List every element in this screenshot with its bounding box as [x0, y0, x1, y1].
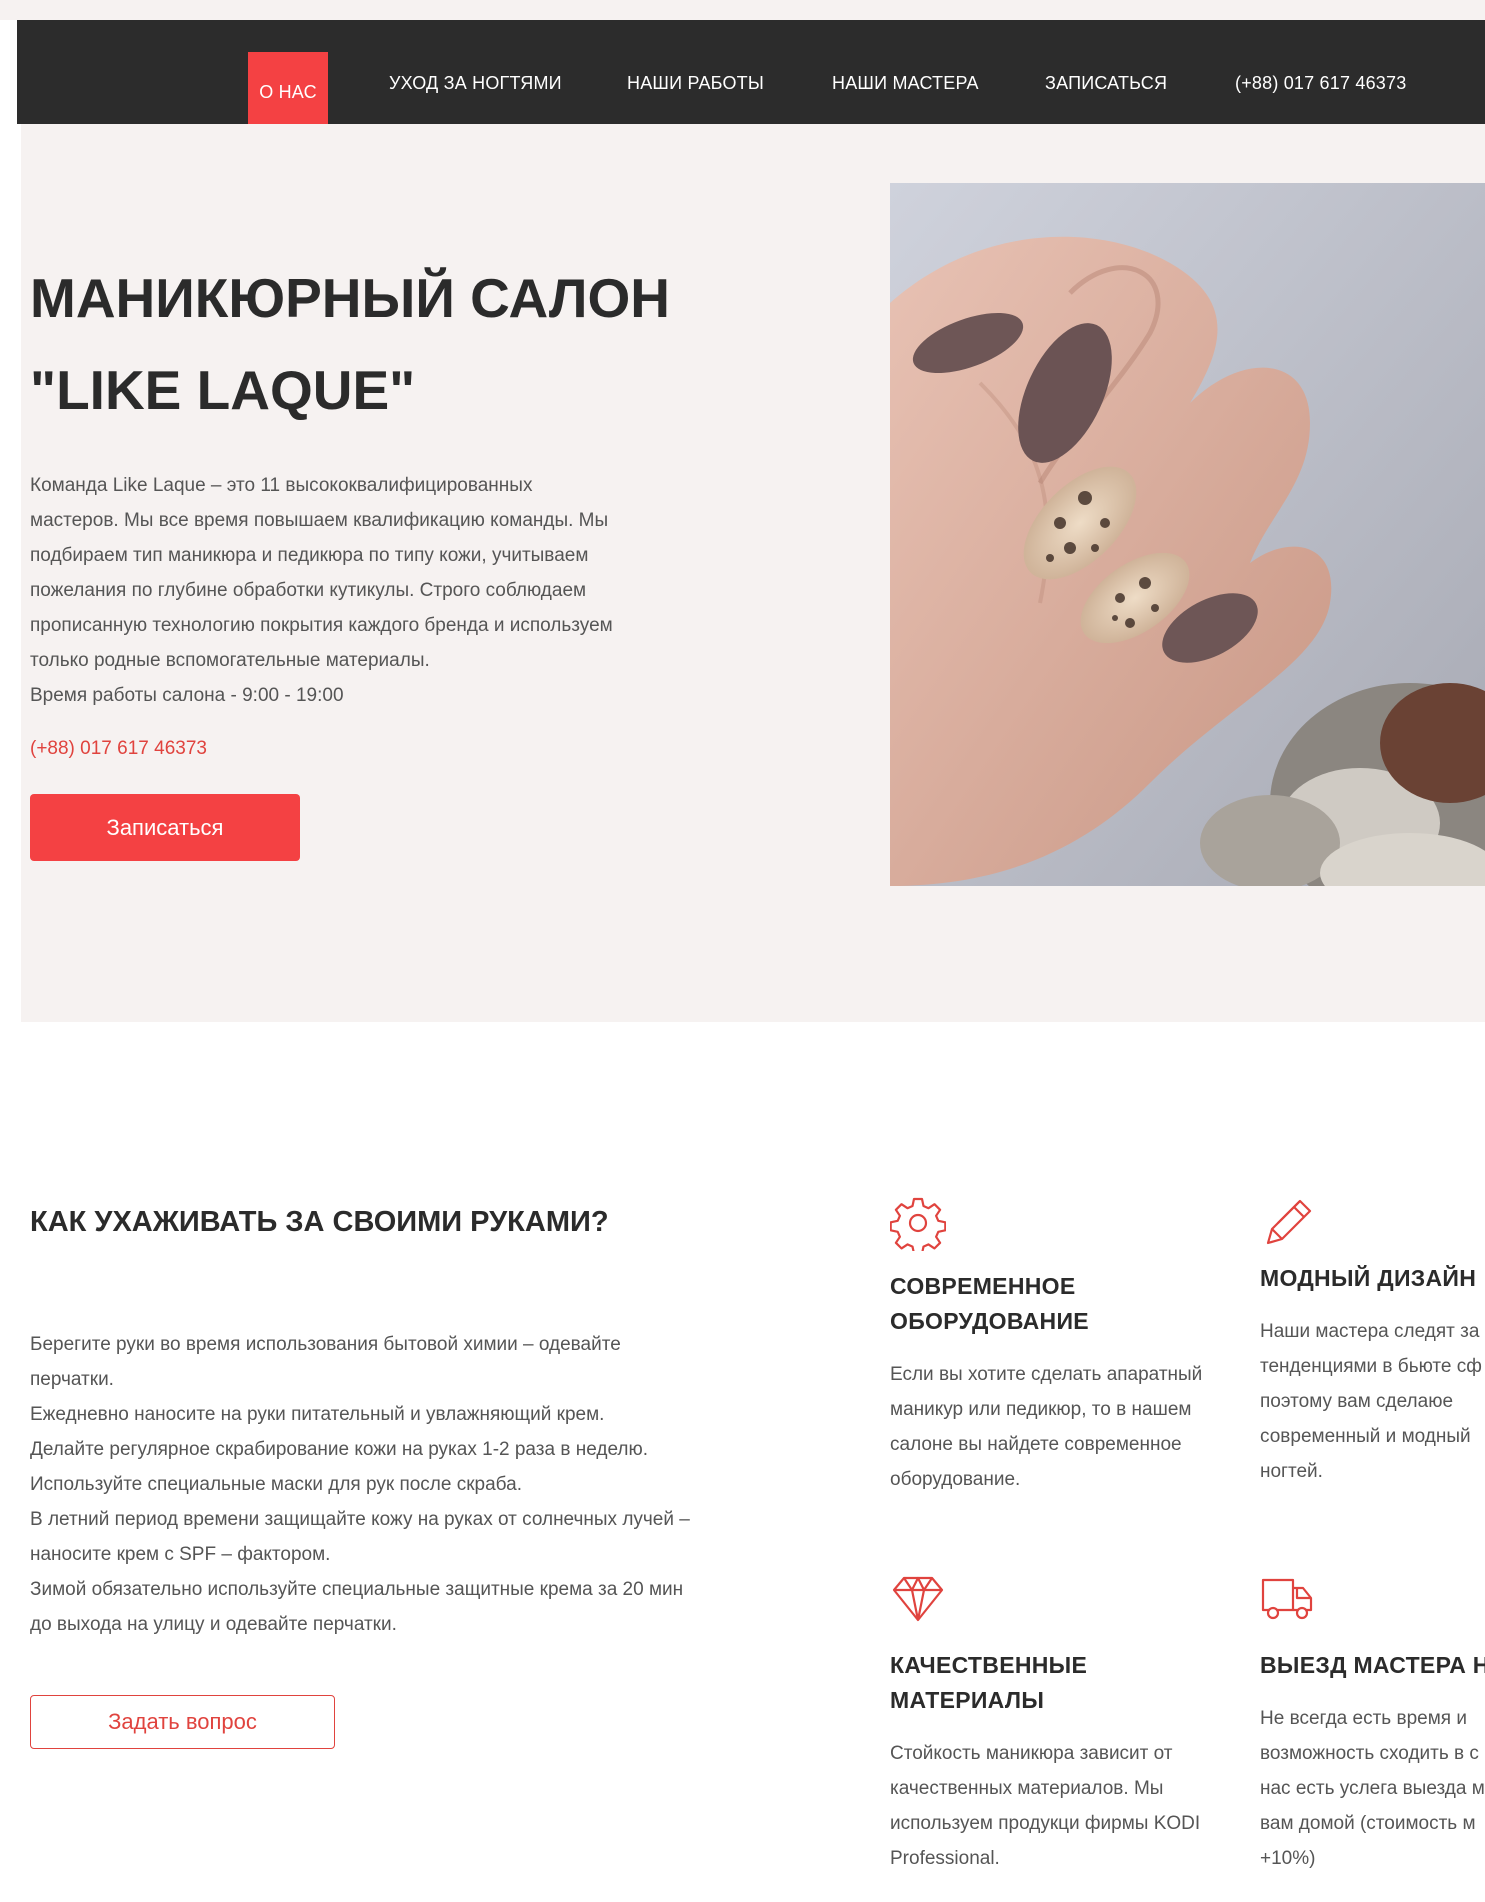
- feature-text: Стойкость маникюра зависит от качественн…: [890, 1736, 1235, 1876]
- feature-text-line: +10%): [1260, 1848, 1316, 1869]
- care-section-title: КАК УХАЖИВАТЬ ЗА СВОИМИ РУКАМИ?: [30, 1206, 609, 1238]
- hero-description-line: подбираем тип маникюра и педикюра по тип…: [30, 545, 589, 566]
- hero-description-line: мастеров. Мы все время повышаем квалифик…: [30, 510, 609, 531]
- feature-text-line: качественных материалов. Мы: [890, 1778, 1164, 1799]
- nav-item-nail-care[interactable]: УХОД ЗА НОГТЯМИ: [389, 60, 562, 106]
- care-tip-line: до выхода на улицу и одевайте перчатки.: [30, 1614, 397, 1635]
- hero-description-line: только родные вспомогательные материалы.: [30, 650, 430, 671]
- feature-text-line: Professional.: [890, 1848, 1000, 1869]
- feature-text-line: Если вы хотите сделать апаратный: [890, 1364, 1203, 1385]
- care-tip-line: наносите крем с SPF – фактором.: [30, 1544, 331, 1565]
- hero-description-line: пожелания по глубине обработки кутикулы.…: [30, 580, 587, 601]
- nav-item-about[interactable]: О НАС: [248, 52, 328, 132]
- feature-text-line: Не всегда есть время и: [1260, 1708, 1467, 1729]
- feature-text-line: тенденциями в бьюте сф: [1260, 1356, 1482, 1377]
- feature-text: Не всегда есть время и возможность сходи…: [1260, 1701, 1485, 1876]
- feature-title-line: СОВРЕМЕННОЕ: [890, 1273, 1076, 1299]
- truck-icon: [1261, 1578, 1313, 1620]
- feature-text-line: поэтому вам сделаюе: [1260, 1391, 1454, 1412]
- nav-item-our-masters[interactable]: НАШИ МАСТЕРА: [832, 60, 979, 106]
- nav-phone-link[interactable]: (+88) 017 617 46373: [1235, 60, 1406, 106]
- feature-fashion-design: МОДНЫЙ ДИЗАЙН Наши мастера следят за тен…: [1260, 1195, 1485, 1489]
- feature-text: Если вы хотите сделать апаратный маникур…: [890, 1357, 1235, 1497]
- top-strip: [0, 0, 1485, 20]
- care-tip-line: В летний период времени защищайте кожу н…: [30, 1509, 690, 1530]
- feature-text-line: маникур или педикюр, то в нашем: [890, 1399, 1192, 1420]
- feature-modern-equipment: СОВРЕМЕННОЕ ОБОРУДОВАНИЕ Если вы хотите …: [890, 1195, 1235, 1497]
- feature-home-visit: ВЫЕЗД МАСТЕРА Н Не всегда есть время и в…: [1260, 1570, 1485, 1876]
- manicure-photo: [890, 183, 1485, 886]
- care-tip-line: перчатки.: [30, 1369, 114, 1390]
- care-tip-line: Ежедневно наносите на руки питательный и…: [30, 1404, 605, 1425]
- care-tip-line: Берегите руки во время использования быт…: [30, 1334, 621, 1355]
- gear-icon: [890, 1197, 946, 1251]
- care-tip-line: Используйте специальные маски для рук по…: [30, 1474, 522, 1495]
- hero-phone-link[interactable]: (+88) 017 617 46373: [30, 738, 207, 760]
- hero-description-line: прописанную технологию покрытия каждого …: [30, 615, 613, 636]
- care-tips-list: Берегите руки во время использования быт…: [30, 1327, 730, 1642]
- feature-title: СОВРЕМЕННОЕ ОБОРУДОВАНИЕ: [890, 1269, 1235, 1339]
- feature-title: МОДНЫЙ ДИЗАЙН: [1260, 1261, 1485, 1296]
- feature-text-line: нас есть услега выезда м: [1260, 1778, 1485, 1799]
- feature-text-line: ногтей.: [1260, 1461, 1323, 1482]
- feature-text-line: современный и модный: [1260, 1426, 1471, 1447]
- feature-text-line: используем продукци фирмы KODI: [890, 1813, 1201, 1834]
- feature-title: ВЫЕЗД МАСТЕРА Н: [1260, 1648, 1485, 1683]
- feature-text-line: вам домой (стоимость м: [1260, 1813, 1476, 1834]
- hero-title-line: "LIKE LAQUE": [30, 359, 416, 421]
- feature-text-line: салоне вы найдете современное: [890, 1434, 1182, 1455]
- feature-text: Наши мастера следят за тенденциями в бью…: [1260, 1314, 1485, 1489]
- diamond-icon: [892, 1576, 944, 1622]
- feature-quality-materials: КАЧЕСТВЕННЫЕ МАТЕРИАЛЫ Стойкость маникюр…: [890, 1570, 1235, 1876]
- feature-title-line: МОДНЫЙ ДИЗАЙН: [1260, 1265, 1477, 1291]
- pencil-icon: [1266, 1199, 1312, 1245]
- hero-title-line: МАНИКЮРНЫЙ САЛОН: [30, 267, 670, 329]
- main-navigation: О НАС УХОД ЗА НОГТЯМИ НАШИ РАБОТЫ НАШИ М…: [17, 20, 1485, 132]
- book-button[interactable]: Записаться: [30, 794, 300, 861]
- feature-title-line: МАТЕРИАЛЫ: [890, 1687, 1045, 1713]
- working-hours: Время работы салона - 9:00 - 19:00: [30, 685, 344, 706]
- nav-item-our-works[interactable]: НАШИ РАБОТЫ: [627, 60, 764, 106]
- feature-title-line: ОБОРУДОВАНИЕ: [890, 1308, 1089, 1334]
- care-tip-line: Зимой обязательно используйте специальны…: [30, 1579, 684, 1600]
- hero-description-line: Команда Like Laque – это 11 высококвалиф…: [30, 475, 533, 496]
- feature-text-line: Наши мастера следят за: [1260, 1321, 1480, 1342]
- feature-title-line: КАЧЕСТВЕННЫЕ: [890, 1652, 1088, 1678]
- feature-title: КАЧЕСТВЕННЫЕ МАТЕРИАЛЫ: [890, 1648, 1235, 1718]
- feature-title-line: ВЫЕЗД МАСТЕРА Н: [1260, 1652, 1485, 1678]
- feature-text-line: возможность сходить в с: [1260, 1743, 1479, 1764]
- feature-text-line: Стойкость маникюра зависит от: [890, 1743, 1173, 1764]
- feature-text-line: оборудование.: [890, 1469, 1021, 1490]
- nav-item-book[interactable]: ЗАПИСАТЬСЯ: [1045, 60, 1167, 106]
- hero-title: МАНИКЮРНЫЙ САЛОН "LIKE LAQUE": [30, 252, 670, 436]
- ask-question-button[interactable]: Задать вопрос: [30, 1695, 335, 1749]
- care-tip-line: Делайте регулярное скрабирование кожи на…: [30, 1439, 648, 1460]
- hero-description: Команда Like Laque – это 11 высококвалиф…: [30, 468, 670, 713]
